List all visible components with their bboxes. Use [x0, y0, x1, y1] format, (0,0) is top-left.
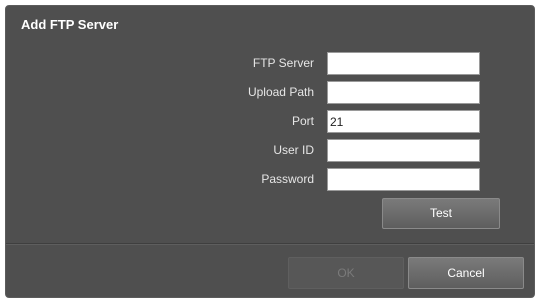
- user-id-input[interactable]: [327, 139, 480, 162]
- upload-path-input[interactable]: [327, 81, 480, 104]
- ftp-server-input[interactable]: [327, 52, 480, 75]
- password-row: Password: [6, 168, 534, 192]
- password-label: Password: [261, 172, 314, 186]
- test-button[interactable]: Test: [382, 198, 500, 229]
- footer-divider: [6, 243, 534, 245]
- user-id-row: User ID: [6, 139, 534, 163]
- cancel-button[interactable]: Cancel: [408, 257, 524, 289]
- dialog-title: Add FTP Server: [21, 17, 119, 32]
- upload-path-label: Upload Path: [247, 85, 314, 99]
- password-input[interactable]: [327, 168, 480, 191]
- upload-path-row: Upload Path: [6, 81, 534, 105]
- port-input[interactable]: 21: [327, 110, 480, 133]
- port-row: Port 21: [6, 110, 534, 134]
- ok-button[interactable]: OK: [288, 257, 404, 289]
- ftp-server-label: FTP Server: [252, 56, 314, 70]
- add-ftp-server-dialog: Add FTP Server FTP Server Upload Path Po…: [5, 5, 535, 298]
- user-id-label: User ID: [273, 143, 314, 157]
- port-label: Port: [291, 114, 314, 128]
- ftp-server-row: FTP Server: [6, 52, 534, 76]
